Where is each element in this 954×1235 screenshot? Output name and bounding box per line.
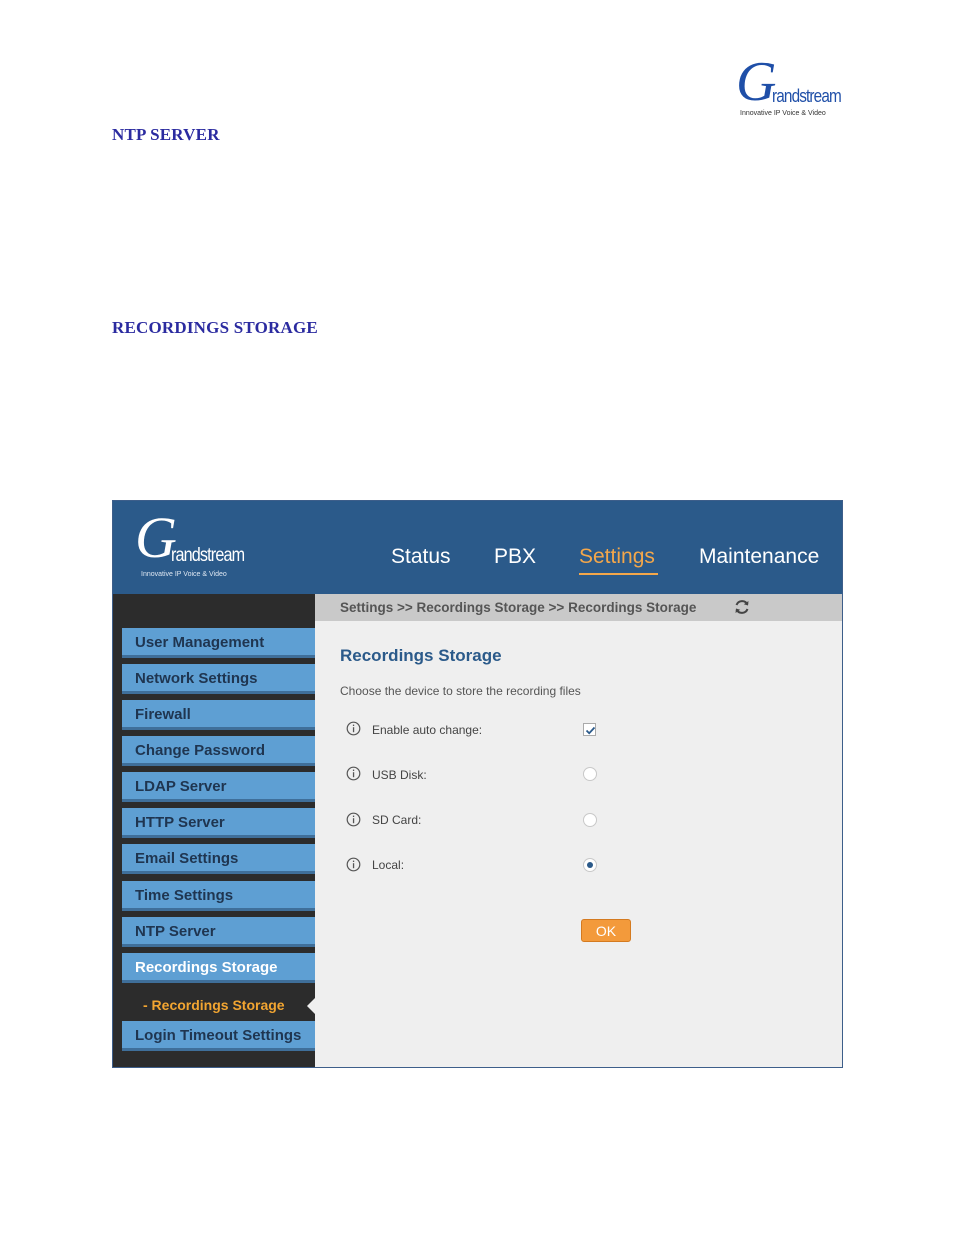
logo-tagline: Innovative IP Voice & Video bbox=[740, 110, 826, 117]
enable-auto-change-label: Enable auto change: bbox=[372, 723, 483, 737]
sidebar-item-http-server[interactable]: HTTP Server bbox=[122, 808, 315, 838]
info-icon[interactable] bbox=[346, 766, 361, 781]
grandstream-logo: G randstream Innovative IP Voice & Video bbox=[736, 54, 842, 122]
sidebar-item-change-password[interactable]: Change Password bbox=[122, 736, 315, 766]
ui-logo-brand: randstream bbox=[171, 545, 245, 566]
sidebar-item-network-settings[interactable]: Network Settings bbox=[122, 664, 315, 694]
sidebar-item-email-settings[interactable]: Email Settings bbox=[122, 844, 315, 874]
checkmark-icon bbox=[585, 726, 596, 735]
sidebar-item-ntp-server[interactable]: NTP Server bbox=[122, 917, 315, 947]
sidebar-item-label: Recordings Storage bbox=[135, 959, 278, 976]
info-icon[interactable] bbox=[346, 812, 361, 827]
enable-auto-change-checkbox[interactable] bbox=[583, 723, 596, 736]
local-label: Local: bbox=[372, 858, 405, 872]
sidebar-item-label: HTTP Server bbox=[135, 814, 225, 831]
logo-mark: G bbox=[736, 51, 777, 113]
sidebar-item-login-timeout-settings[interactable]: Login Timeout Settings bbox=[122, 1021, 315, 1051]
ok-button[interactable]: OK bbox=[581, 919, 631, 942]
nav-settings[interactable]: Settings bbox=[579, 545, 655, 569]
sidebar-subitem-recordings-storage[interactable]: - Recordings Storage bbox=[143, 997, 285, 1013]
nav-status[interactable]: Status bbox=[391, 545, 451, 569]
active-pointer bbox=[307, 997, 316, 1015]
heading-ntp-server: NTP SERVER bbox=[112, 125, 220, 144]
sd-card-radio[interactable] bbox=[583, 813, 597, 827]
sidebar-item-label: Time Settings bbox=[135, 887, 234, 904]
sidebar-item-label: Email Settings bbox=[135, 850, 239, 867]
local-radio[interactable] bbox=[583, 858, 597, 872]
sidebar-item-label: Change Password bbox=[135, 742, 266, 759]
web-ui-screenshot: G randstream Innovative IP Voice & Video… bbox=[112, 500, 843, 1068]
heading-recordings-storage: RECORDINGS STORAGE bbox=[112, 318, 318, 337]
logo-brand: randstream bbox=[772, 86, 842, 106]
info-icon[interactable] bbox=[346, 857, 361, 872]
sidebar-item-user-management[interactable]: User Management bbox=[122, 628, 315, 658]
sidebar-item-label: Login Timeout Settings bbox=[135, 1027, 302, 1044]
sidebar-item-firewall[interactable]: Firewall bbox=[122, 700, 315, 730]
refresh-icon[interactable] bbox=[733, 598, 751, 616]
sidebar-item-time-settings[interactable]: Time Settings bbox=[122, 881, 315, 911]
ui-logo: G randstream Innovative IP Voice & Video bbox=[135, 509, 245, 579]
content-title: Recordings Storage bbox=[340, 646, 502, 665]
breadcrumb-text: Settings >> Recordings Storage >> Record… bbox=[340, 600, 697, 615]
sidebar-item-label: NTP Server bbox=[135, 923, 216, 940]
nav-maintenance[interactable]: Maintenance bbox=[699, 545, 819, 569]
sd-card-label: SD Card: bbox=[372, 813, 422, 827]
sidebar-item-recordings-storage[interactable]: Recordings Storage bbox=[122, 953, 315, 983]
info-icon[interactable] bbox=[346, 721, 361, 736]
sidebar-item-label: LDAP Server bbox=[135, 778, 227, 795]
sidebar-item-label: Network Settings bbox=[135, 670, 258, 687]
ui-logo-tagline: Innovative IP Voice & Video bbox=[141, 571, 227, 578]
top-navigation-bar: G randstream Innovative IP Voice & Video… bbox=[113, 501, 842, 594]
settings-sidebar: User Management Network Settings Firewal… bbox=[113, 594, 316, 1067]
usb-disk-radio[interactable] bbox=[583, 767, 597, 781]
usb-disk-label: USB Disk: bbox=[372, 768, 427, 782]
nav-pbx[interactable]: PBX bbox=[494, 545, 536, 569]
nav-active-underline bbox=[579, 573, 658, 575]
sidebar-item-label: Firewall bbox=[135, 706, 191, 723]
sidebar-item-ldap-server[interactable]: LDAP Server bbox=[122, 772, 315, 802]
sidebar-item-label: User Management bbox=[135, 634, 265, 651]
breadcrumb: Settings >> Recordings Storage >> Record… bbox=[315, 594, 842, 621]
content-description: Choose the device to store the recording… bbox=[340, 684, 581, 698]
